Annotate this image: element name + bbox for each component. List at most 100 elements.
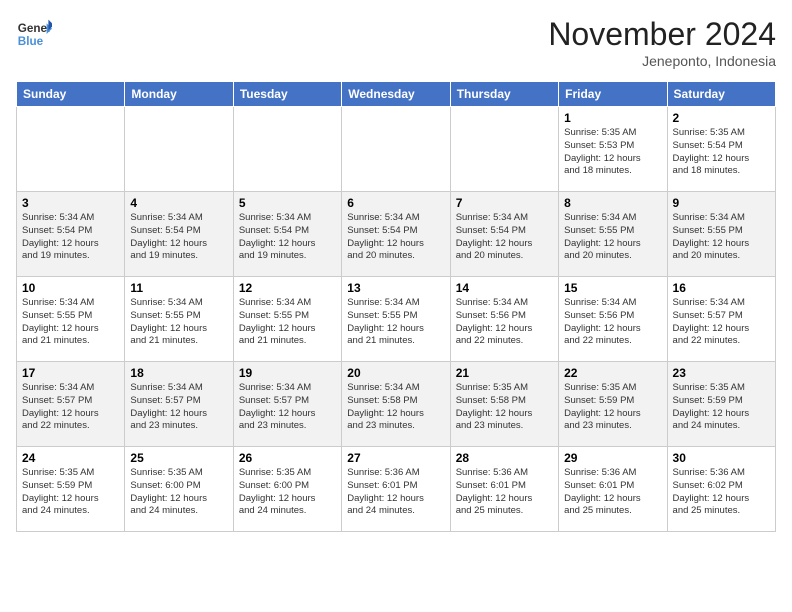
- week-row-1: 1Sunrise: 5:35 AM Sunset: 5:53 PM Daylig…: [17, 107, 776, 192]
- day-cell: 11Sunrise: 5:34 AM Sunset: 5:55 PM Dayli…: [125, 277, 233, 362]
- weekday-header-thursday: Thursday: [450, 82, 558, 107]
- weekday-header-friday: Friday: [559, 82, 667, 107]
- day-info: Sunrise: 5:34 AM Sunset: 5:56 PM Dayligh…: [564, 297, 661, 348]
- day-info: Sunrise: 5:36 AM Sunset: 6:01 PM Dayligh…: [564, 467, 661, 518]
- day-cell: 7 Sunrise: 5:34 AM Sunset: 5:54 PM Daylig…: [450, 192, 558, 277]
- day-cell: 15 Sunrise: 5:34 AM Sunset: 5:56 PM Dayli…: [559, 277, 667, 362]
- day-cell: 23Sunrise: 5:35 AM Sunset: 5:59 PM Dayli…: [667, 362, 775, 447]
- day-info: Sunrise: 5:34 AM Sunset: 5:57 PM Dayligh…: [130, 382, 227, 433]
- day-cell: 20 Sunrise: 5:34 AM Sunset: 5:58 PM Dayli…: [342, 362, 450, 447]
- day-cell: 13 Sunrise: 5:34 AM Sunset: 5:55 PM Dayli…: [342, 277, 450, 362]
- day-cell: 3Sunrise: 5:34 AM Sunset: 5:54 PM Daylig…: [17, 192, 125, 277]
- day-cell: 24 Sunrise: 5:35 AM Sunset: 5:59 PM Dayli…: [17, 447, 125, 532]
- weekday-header-tuesday: Tuesday: [233, 82, 341, 107]
- day-number: 4: [130, 196, 227, 210]
- day-info: Sunrise: 5:35 AM Sunset: 6:00 PM Dayligh…: [130, 467, 227, 518]
- day-cell: 1Sunrise: 5:35 AM Sunset: 5:53 PM Daylig…: [559, 107, 667, 192]
- day-cell: [233, 107, 341, 192]
- day-info: Sunrise: 5:34 AM Sunset: 5:54 PM Dayligh…: [347, 212, 444, 263]
- day-cell: 4Sunrise: 5:34 AM Sunset: 5:54 PM Daylig…: [125, 192, 233, 277]
- day-info: Sunrise: 5:34 AM Sunset: 5:54 PM Dayligh…: [456, 212, 553, 263]
- day-info: Sunrise: 5:34 AM Sunset: 5:55 PM Dayligh…: [239, 297, 336, 348]
- day-info: Sunrise: 5:34 AM Sunset: 5:57 PM Dayligh…: [239, 382, 336, 433]
- day-number: 15: [564, 281, 661, 295]
- day-number: 28: [456, 451, 553, 465]
- day-number: 10: [22, 281, 119, 295]
- week-row-3: 10 Sunrise: 5:34 AM Sunset: 5:55 PM Dayli…: [17, 277, 776, 362]
- week-row-5: 24 Sunrise: 5:35 AM Sunset: 5:59 PM Dayli…: [17, 447, 776, 532]
- day-info: Sunrise: 5:34 AM Sunset: 5:55 PM Dayligh…: [22, 297, 119, 348]
- logo-icon: General Blue: [16, 16, 52, 52]
- day-number: 21: [456, 366, 553, 380]
- day-number: 27: [347, 451, 444, 465]
- day-number: 5: [239, 196, 336, 210]
- day-number: 17: [22, 366, 119, 380]
- day-info: Sunrise: 5:35 AM Sunset: 5:59 PM Dayligh…: [22, 467, 119, 518]
- day-cell: 16 Sunrise: 5:34 AM Sunset: 5:57 PM Dayli…: [667, 277, 775, 362]
- day-number: 23: [673, 366, 770, 380]
- day-cell: 28Sunrise: 5:36 AM Sunset: 6:01 PM Dayli…: [450, 447, 558, 532]
- week-row-2: 3Sunrise: 5:34 AM Sunset: 5:54 PM Daylig…: [17, 192, 776, 277]
- day-cell: 5Sunrise: 5:34 AM Sunset: 5:54 PM Daylig…: [233, 192, 341, 277]
- day-cell: 26 Sunrise: 5:35 AM Sunset: 6:00 PM Dayli…: [233, 447, 341, 532]
- day-info: Sunrise: 5:34 AM Sunset: 5:58 PM Dayligh…: [347, 382, 444, 433]
- day-cell: 9 Sunrise: 5:34 AM Sunset: 5:55 PM Daylig…: [667, 192, 775, 277]
- day-number: 30: [673, 451, 770, 465]
- day-info: Sunrise: 5:35 AM Sunset: 5:53 PM Dayligh…: [564, 127, 661, 178]
- day-number: 12: [239, 281, 336, 295]
- day-cell: 27 Sunrise: 5:36 AM Sunset: 6:01 PM Dayli…: [342, 447, 450, 532]
- day-number: 25: [130, 451, 227, 465]
- day-number: 29: [564, 451, 661, 465]
- day-cell: 19 Sunrise: 5:34 AM Sunset: 5:57 PM Dayli…: [233, 362, 341, 447]
- title-area: November 2024 Jeneponto, Indonesia: [548, 16, 776, 69]
- day-cell: [342, 107, 450, 192]
- day-cell: 10 Sunrise: 5:34 AM Sunset: 5:55 PM Dayli…: [17, 277, 125, 362]
- day-info: Sunrise: 5:34 AM Sunset: 5:55 PM Dayligh…: [347, 297, 444, 348]
- page-header: General Blue November 2024 Jeneponto, In…: [16, 16, 776, 69]
- day-number: 9: [673, 196, 770, 210]
- day-number: 6: [347, 196, 444, 210]
- day-info: Sunrise: 5:36 AM Sunset: 6:01 PM Dayligh…: [347, 467, 444, 518]
- day-info: Sunrise: 5:34 AM Sunset: 5:55 PM Dayligh…: [564, 212, 661, 263]
- weekday-header-monday: Monday: [125, 82, 233, 107]
- day-cell: 2Sunrise: 5:35 AM Sunset: 5:54 PM Daylig…: [667, 107, 775, 192]
- day-info: Sunrise: 5:35 AM Sunset: 6:00 PM Dayligh…: [239, 467, 336, 518]
- day-info: Sunrise: 5:34 AM Sunset: 5:57 PM Dayligh…: [673, 297, 770, 348]
- day-cell: 22 Sunrise: 5:35 AM Sunset: 5:59 PM Dayli…: [559, 362, 667, 447]
- day-number: 14: [456, 281, 553, 295]
- day-cell: 8 Sunrise: 5:34 AM Sunset: 5:55 PM Daylig…: [559, 192, 667, 277]
- day-info: Sunrise: 5:35 AM Sunset: 5:59 PM Dayligh…: [564, 382, 661, 433]
- day-cell: 29 Sunrise: 5:36 AM Sunset: 6:01 PM Dayli…: [559, 447, 667, 532]
- day-info: Sunrise: 5:35 AM Sunset: 5:58 PM Dayligh…: [456, 382, 553, 433]
- weekday-header-wednesday: Wednesday: [342, 82, 450, 107]
- day-number: 16: [673, 281, 770, 295]
- day-info: Sunrise: 5:36 AM Sunset: 6:02 PM Dayligh…: [673, 467, 770, 518]
- day-cell: 25 Sunrise: 5:35 AM Sunset: 6:00 PM Dayli…: [125, 447, 233, 532]
- day-cell: 21 Sunrise: 5:35 AM Sunset: 5:58 PM Dayli…: [450, 362, 558, 447]
- day-info: Sunrise: 5:34 AM Sunset: 5:56 PM Dayligh…: [456, 297, 553, 348]
- day-number: 22: [564, 366, 661, 380]
- day-cell: [17, 107, 125, 192]
- day-number: 26: [239, 451, 336, 465]
- location-title: Jeneponto, Indonesia: [548, 53, 776, 69]
- logo: General Blue: [16, 16, 52, 52]
- day-number: 13: [347, 281, 444, 295]
- svg-text:Blue: Blue: [18, 35, 44, 48]
- week-row-4: 17 Sunrise: 5:34 AM Sunset: 5:57 PM Dayli…: [17, 362, 776, 447]
- day-info: Sunrise: 5:35 AM Sunset: 5:54 PM Dayligh…: [673, 127, 770, 178]
- day-cell: 6 Sunrise: 5:34 AM Sunset: 5:54 PM Daylig…: [342, 192, 450, 277]
- day-number: 20: [347, 366, 444, 380]
- day-number: 19: [239, 366, 336, 380]
- day-cell: 17 Sunrise: 5:34 AM Sunset: 5:57 PM Dayli…: [17, 362, 125, 447]
- day-number: 24: [22, 451, 119, 465]
- calendar-table: SundayMondayTuesdayWednesdayThursdayFrid…: [16, 81, 776, 532]
- day-cell: 12 Sunrise: 5:34 AM Sunset: 5:55 PM Dayli…: [233, 277, 341, 362]
- day-number: 7: [456, 196, 553, 210]
- day-cell: 18Sunrise: 5:34 AM Sunset: 5:57 PM Dayli…: [125, 362, 233, 447]
- day-info: Sunrise: 5:34 AM Sunset: 5:57 PM Dayligh…: [22, 382, 119, 433]
- day-cell: 14 Sunrise: 5:34 AM Sunset: 5:56 PM Dayli…: [450, 277, 558, 362]
- day-info: Sunrise: 5:34 AM Sunset: 5:55 PM Dayligh…: [673, 212, 770, 263]
- day-number: 8: [564, 196, 661, 210]
- day-cell: [125, 107, 233, 192]
- weekday-header-row: SundayMondayTuesdayWednesdayThursdayFrid…: [17, 82, 776, 107]
